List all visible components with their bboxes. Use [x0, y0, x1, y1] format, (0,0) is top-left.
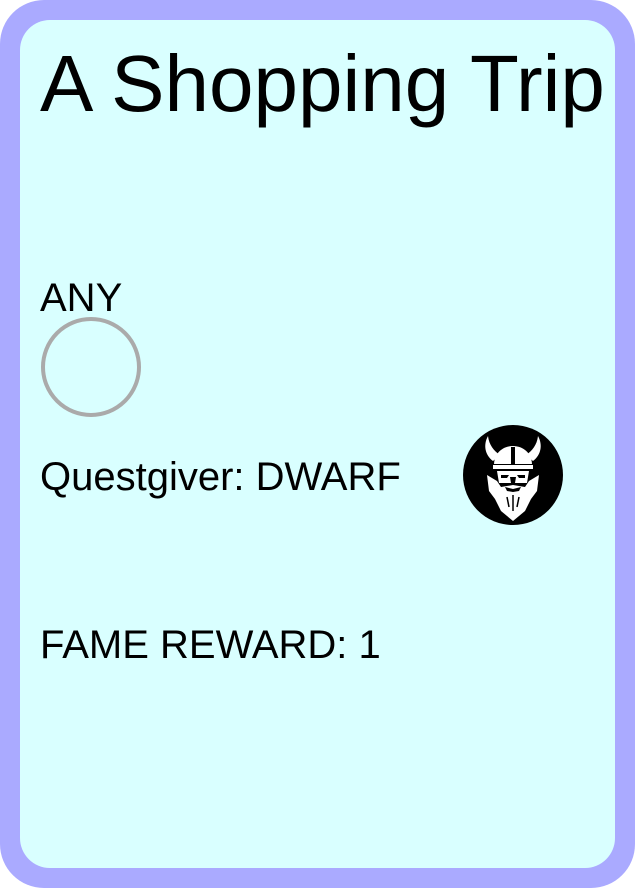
quest-card-face: A Shopping Trip ANY Questgiver: DWARF FA… [20, 20, 615, 868]
dwarf-viking-icon [463, 425, 563, 525]
fame-reward-label: FAME REWARD: 1 [40, 623, 381, 667]
quest-card: A Shopping Trip ANY Questgiver: DWARF FA… [0, 0, 635, 888]
token-slot-icon [41, 317, 141, 417]
questgiver-label: Questgiver: DWARF [40, 455, 401, 499]
requirement-label: ANY [40, 276, 123, 320]
card-title: A Shopping Trip [40, 39, 605, 128]
